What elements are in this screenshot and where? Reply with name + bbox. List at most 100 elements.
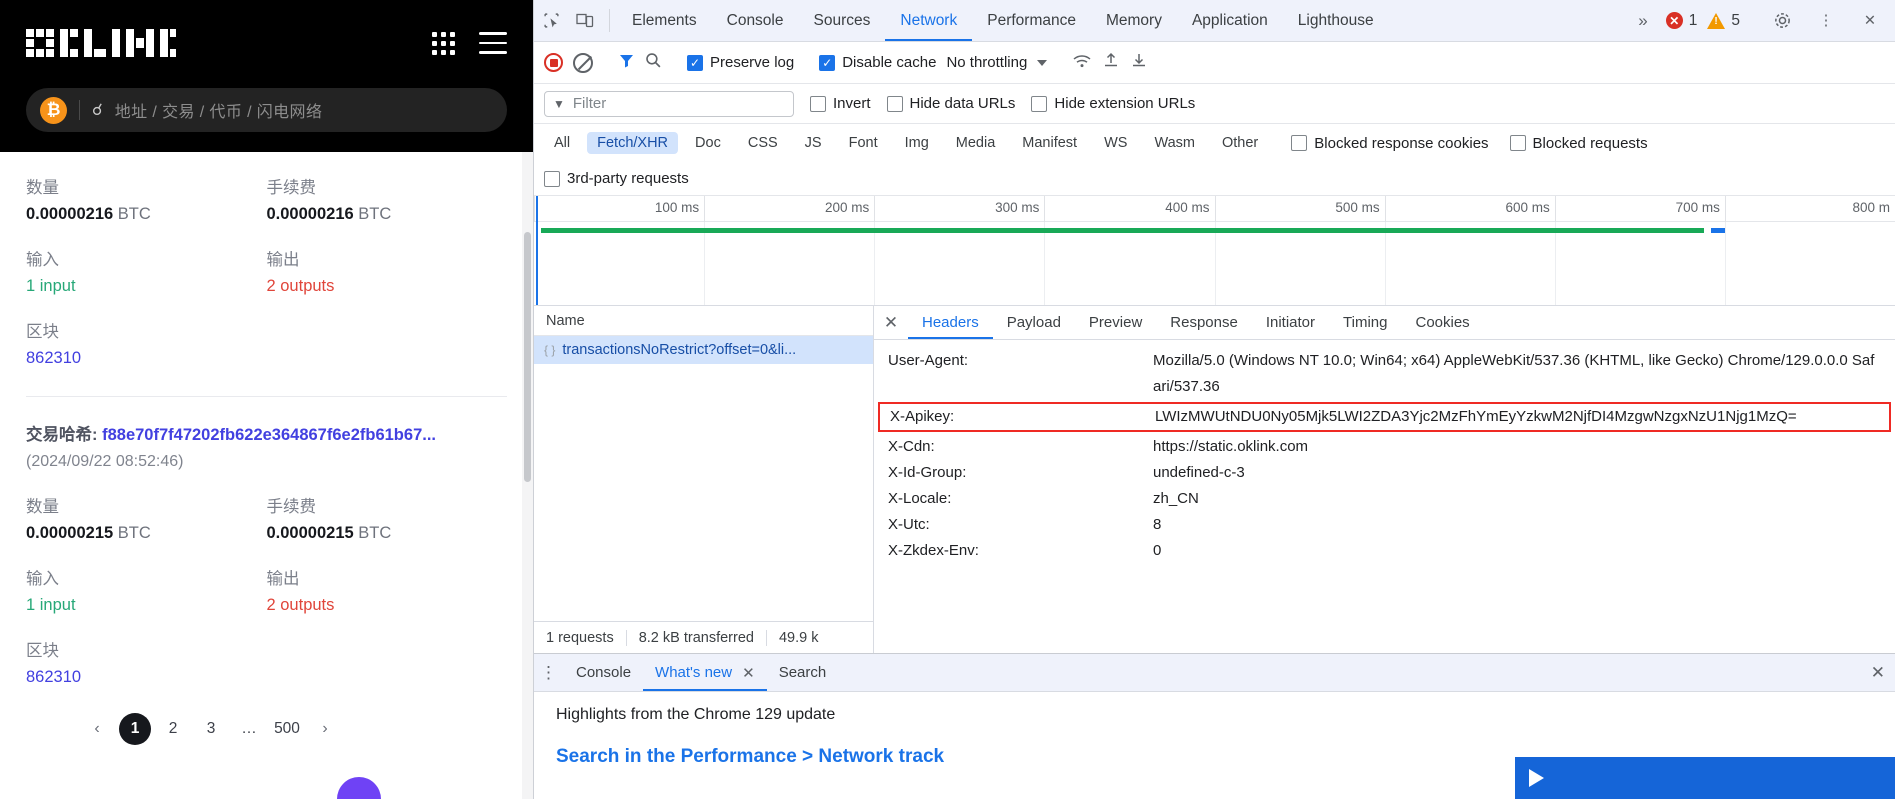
drawer-more-icon[interactable]: ⋮ bbox=[534, 654, 564, 691]
pagination-next[interactable]: › bbox=[309, 713, 341, 745]
inspect-element-icon[interactable] bbox=[534, 0, 568, 41]
blocked-response-cookies-checkbox[interactable]: Blocked response cookies bbox=[1291, 135, 1489, 152]
more-panels-icon[interactable]: » bbox=[1630, 11, 1655, 31]
tab-elements[interactable]: Elements bbox=[617, 0, 712, 41]
third-party-requests-checkbox[interactable]: 3rd-party requests bbox=[544, 170, 689, 187]
block-height-link[interactable]: 862310 bbox=[26, 349, 267, 368]
warning-badge[interactable]: 5 bbox=[1707, 12, 1740, 30]
throttling-select[interactable]: No throttling bbox=[946, 54, 1048, 71]
output-count-link[interactable]: 2 outputs bbox=[267, 277, 508, 296]
block-height-link[interactable]: 862310 bbox=[26, 668, 267, 687]
clear-button[interactable] bbox=[573, 52, 593, 73]
pagination-page-2[interactable]: 2 bbox=[157, 713, 189, 745]
header-value[interactable]: 8 bbox=[1153, 512, 1161, 538]
search-icon[interactable] bbox=[645, 52, 662, 73]
tab-console[interactable]: Console bbox=[712, 0, 799, 41]
request-list-header[interactable]: Name bbox=[534, 306, 873, 336]
search-bar[interactable]: ₿ ☌ 地址 / 交易 / 代币 / 闪电网络 bbox=[26, 88, 507, 132]
header-value[interactable]: LWIzMWUtNDU0Ny05Mjk5LWI2ZDA3Yjc2MzFhYmEy… bbox=[1155, 404, 1797, 430]
header-value[interactable]: undefined-c-3 bbox=[1153, 460, 1245, 486]
hide-extension-urls-checkbox[interactable]: Hide extension URLs bbox=[1031, 95, 1195, 112]
more-options-icon[interactable]: ⋮ bbox=[1809, 13, 1843, 29]
import-har-icon[interactable] bbox=[1102, 52, 1120, 73]
input-field: 输入 1 input bbox=[26, 246, 267, 296]
drawer-tab-whats-new[interactable]: What's new ✕ bbox=[643, 654, 767, 691]
wifi-icon[interactable] bbox=[1072, 53, 1092, 73]
type-filter-img[interactable]: Img bbox=[895, 132, 939, 154]
tab-preview[interactable]: Preview bbox=[1075, 306, 1156, 339]
type-filter-ws[interactable]: WS bbox=[1094, 132, 1137, 154]
disable-cache-checkbox[interactable]: ✓ Disable cache bbox=[819, 54, 936, 71]
header-value[interactable]: 0 bbox=[1153, 538, 1161, 564]
block-field: 区块 862310 bbox=[26, 637, 267, 687]
tab-memory[interactable]: Memory bbox=[1091, 0, 1177, 41]
close-detail-icon[interactable]: ✕ bbox=[874, 306, 908, 339]
tab-application[interactable]: Application bbox=[1177, 0, 1283, 41]
tab-sources[interactable]: Sources bbox=[799, 0, 886, 41]
pagination-prev[interactable]: ‹ bbox=[81, 713, 113, 745]
hide-data-urls-checkbox[interactable]: Hide data URLs bbox=[886, 95, 1015, 112]
pagination-page-500[interactable]: 500 bbox=[271, 713, 303, 745]
bitcoin-icon[interactable]: ₿ bbox=[40, 96, 67, 124]
input-count-link[interactable]: 1 input bbox=[26, 277, 267, 296]
header-row: X-Utc: 8 bbox=[874, 512, 1895, 538]
record-button[interactable] bbox=[544, 53, 563, 72]
tab-cookies[interactable]: Cookies bbox=[1401, 306, 1483, 339]
close-icon[interactable]: ✕ bbox=[1853, 13, 1887, 29]
tab-response[interactable]: Response bbox=[1156, 306, 1252, 339]
tab-headers[interactable]: Headers bbox=[908, 306, 993, 339]
floating-action-button[interactable] bbox=[337, 777, 381, 799]
tab-network[interactable]: Network bbox=[885, 0, 972, 41]
error-badge[interactable]: ✕ 1 bbox=[1665, 12, 1697, 30]
close-icon[interactable]: ✕ bbox=[742, 664, 755, 682]
gear-icon[interactable] bbox=[1765, 11, 1799, 30]
tab-payload[interactable]: Payload bbox=[993, 306, 1075, 339]
header-value[interactable]: https://static.oklink.com bbox=[1153, 434, 1308, 460]
hamburger-menu-icon[interactable] bbox=[479, 32, 507, 54]
preserve-log-checkbox[interactable]: ✓ Preserve log bbox=[687, 54, 794, 71]
tab-timing[interactable]: Timing bbox=[1329, 306, 1401, 339]
type-filter-all[interactable]: All bbox=[544, 132, 580, 154]
type-filter-other[interactable]: Other bbox=[1212, 132, 1268, 154]
apps-grid-icon[interactable] bbox=[432, 31, 455, 55]
filter-icon[interactable] bbox=[618, 53, 635, 73]
type-filter-manifest[interactable]: Manifest bbox=[1012, 132, 1087, 154]
type-filter-doc[interactable]: Doc bbox=[685, 132, 731, 154]
header-value[interactable]: Mozilla/5.0 (Windows NT 10.0; Win64; x64… bbox=[1153, 348, 1881, 400]
pagination-page-1[interactable]: 1 bbox=[119, 713, 151, 745]
video-thumbnail[interactable] bbox=[1515, 757, 1895, 799]
blocked-requests-checkbox[interactable]: Blocked requests bbox=[1509, 135, 1648, 152]
output-count-link[interactable]: 2 outputs bbox=[267, 596, 508, 615]
invert-checkbox[interactable]: Invert bbox=[810, 95, 871, 112]
network-overview-timeline[interactable]: 100 ms 200 ms 300 ms 400 ms 500 ms 600 m… bbox=[534, 196, 1895, 306]
type-filter-js[interactable]: JS bbox=[795, 132, 832, 154]
devtools-panel: Elements Console Sources Network Perform… bbox=[533, 0, 1895, 799]
oklink-logo[interactable] bbox=[26, 26, 176, 60]
transaction-hash-link[interactable]: f88e70f7f47202fb622e364867f6e2fb61b67... bbox=[102, 426, 436, 444]
tab-performance[interactable]: Performance bbox=[972, 0, 1091, 41]
type-filter-fetch-xhr[interactable]: Fetch/XHR bbox=[587, 132, 679, 154]
drawer-close-icon[interactable]: ✕ bbox=[1871, 654, 1895, 691]
fee-value: 0.00000215 BTC bbox=[266, 524, 392, 542]
drawer-tab-search[interactable]: Search bbox=[767, 654, 839, 691]
type-filter-wasm[interactable]: Wasm bbox=[1144, 132, 1205, 154]
pagination-page-3[interactable]: 3 bbox=[195, 713, 227, 745]
divider bbox=[79, 100, 80, 120]
export-har-icon[interactable] bbox=[1130, 52, 1148, 73]
search-input[interactable]: 地址 / 交易 / 代币 / 闪电网络 bbox=[115, 98, 323, 122]
request-list: Name { } transactionsNoRestrict?offset=0… bbox=[534, 306, 874, 653]
transferred-size: 8.2 kB transferred bbox=[638, 629, 754, 646]
type-filter-font[interactable]: Font bbox=[839, 132, 888, 154]
header-value[interactable]: zh_CN bbox=[1153, 486, 1199, 512]
page-scrollbar[interactable] bbox=[522, 152, 533, 799]
filter-input[interactable]: ▼ Filter bbox=[544, 90, 794, 117]
request-row[interactable]: { } transactionsNoRestrict?offset=0&li..… bbox=[534, 336, 873, 364]
device-toolbar-icon[interactable] bbox=[568, 0, 602, 41]
pagination-ellipsis: … bbox=[241, 720, 257, 737]
drawer-tab-console[interactable]: Console bbox=[564, 654, 643, 691]
tab-initiator[interactable]: Initiator bbox=[1252, 306, 1329, 339]
tab-lighthouse[interactable]: Lighthouse bbox=[1283, 0, 1389, 41]
type-filter-media[interactable]: Media bbox=[946, 132, 1006, 154]
input-count-link[interactable]: 1 input bbox=[26, 596, 267, 615]
type-filter-css[interactable]: CSS bbox=[738, 132, 788, 154]
